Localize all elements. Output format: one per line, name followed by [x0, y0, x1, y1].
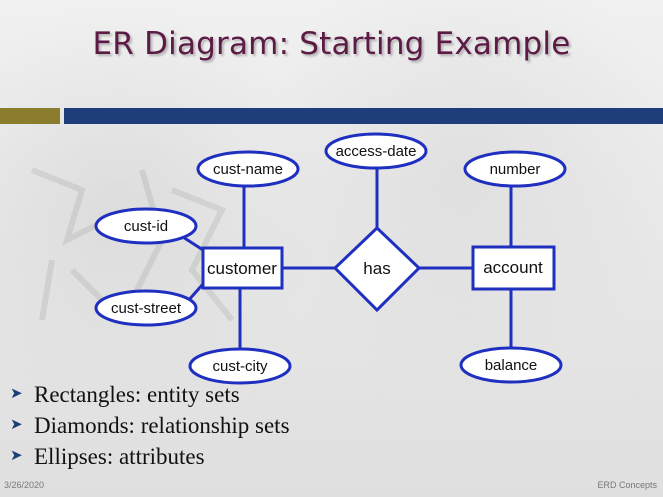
attribute-cust-street: cust-street	[94, 289, 198, 327]
attribute-cust-id: cust-id	[94, 207, 198, 245]
bullet-text: Ellipses: attributes	[34, 444, 205, 469]
entity-customer: customer	[201, 246, 284, 290]
entity-account: account	[471, 245, 556, 291]
footer-topic: ERD Concepts	[597, 480, 657, 490]
relationship-label: has	[363, 259, 390, 278]
bullet-item: ➤ Ellipses: attributes	[10, 441, 290, 472]
chevron-right-icon: ➤	[10, 386, 23, 402]
attribute-label: cust-name	[213, 161, 283, 178]
footer-date: 3/26/2020	[4, 480, 45, 490]
bullet-list: ➤ Rectangles: entity sets ➤ Diamonds: rela…	[10, 379, 290, 472]
slide: ER Diagram: Starting Example cust-name c…	[0, 0, 663, 497]
bullet-text: Diamonds: relationship sets	[34, 413, 290, 438]
attribute-label: balance	[485, 357, 538, 374]
bullet-text: Rectangles: entity sets	[34, 382, 240, 407]
attribute-label: cust-id	[124, 218, 168, 235]
bullet-item: ➤ Diamonds: relationship sets	[10, 410, 290, 441]
chevron-right-icon: ➤	[10, 448, 23, 464]
attribute-balance: balance	[459, 346, 563, 384]
attribute-label: number	[490, 161, 541, 178]
entity-label: account	[483, 258, 543, 277]
entity-label: customer	[207, 259, 277, 278]
attribute-cust-name: cust-name	[196, 150, 300, 188]
bullet-item: ➤ Rectangles: entity sets	[10, 379, 290, 410]
attribute-number: number	[463, 150, 567, 188]
attribute-cust-city: cust-city	[188, 347, 292, 385]
attribute-label: cust-city	[212, 358, 268, 375]
chevron-right-icon: ➤	[10, 417, 23, 433]
attribute-access-date: access-date	[324, 132, 428, 170]
attribute-label: cust-street	[111, 300, 182, 317]
relationship-has: has	[332, 225, 422, 313]
attribute-label: access-date	[336, 143, 417, 160]
